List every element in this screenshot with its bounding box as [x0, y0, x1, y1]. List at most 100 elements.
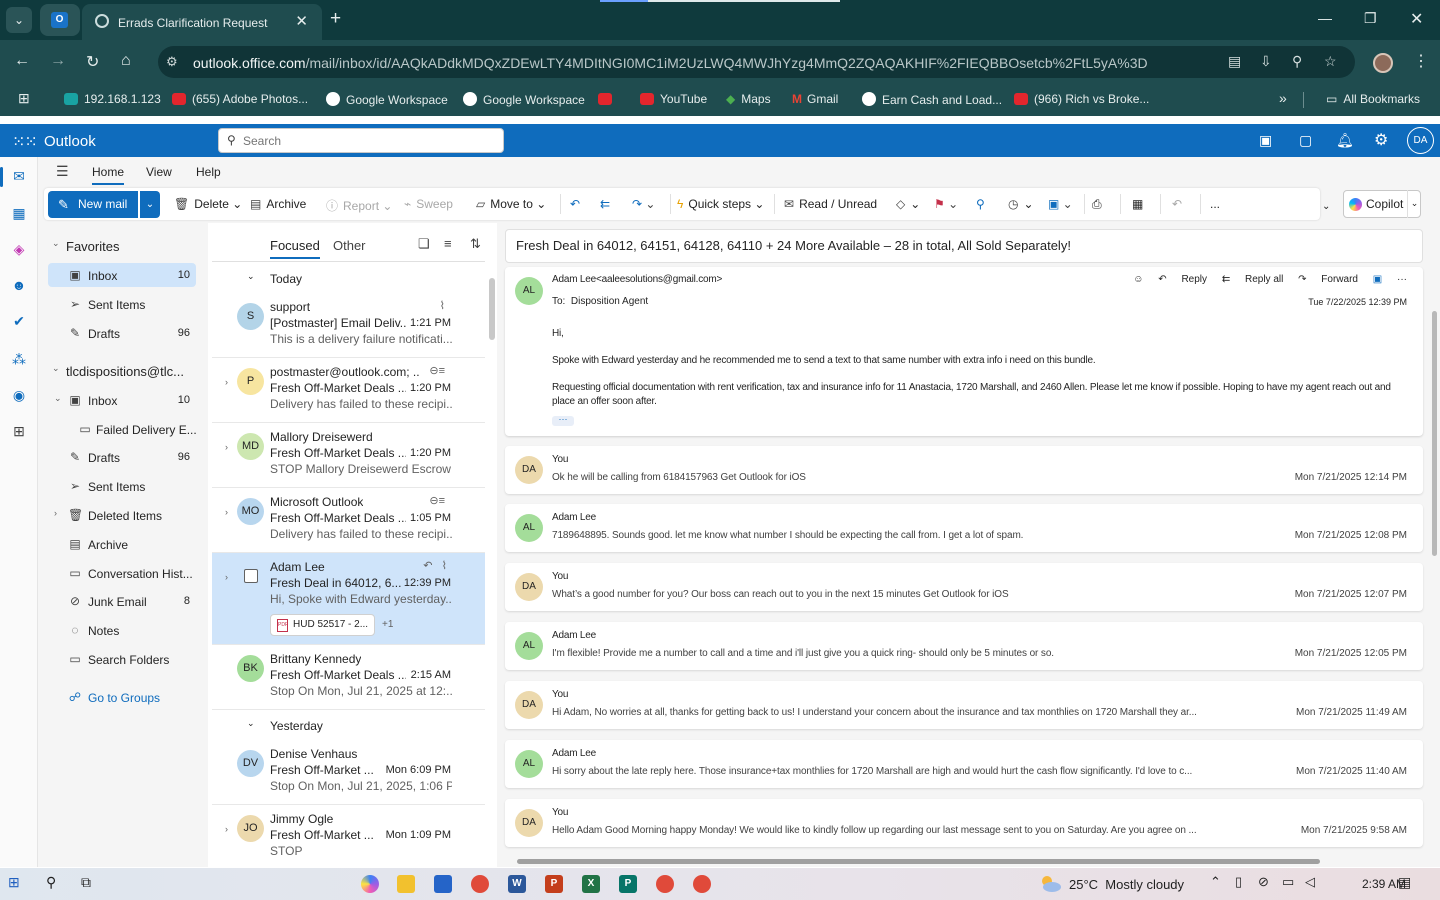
search-box[interactable]: ⚲: [218, 128, 504, 153]
browser-menu-icon[interactable]: ⋮: [1413, 51, 1429, 71]
select-checkbox[interactable]: [244, 569, 258, 583]
store-icon[interactable]: [434, 875, 452, 893]
bookmark-item[interactable]: [598, 92, 618, 106]
profile-avatar[interactable]: [1373, 53, 1393, 73]
onedrive-icon[interactable]: ◉: [10, 387, 28, 405]
select-icon[interactable]: ❏: [418, 236, 430, 252]
folder-notes[interactable]: ◌ Notes: [48, 618, 196, 642]
more-attachments[interactable]: +1: [382, 619, 393, 630]
bookmark-star-icon[interactable]: ☆: [1324, 53, 1337, 70]
more-actions-icon[interactable]: ···: [1397, 274, 1407, 285]
zoom-icon[interactable]: ⚲: [1292, 53, 1302, 70]
bookmark-item[interactable]: (655) Adobe Photos...: [172, 92, 308, 106]
categorize-button[interactable]: ◇ ⌄: [896, 197, 920, 211]
home-icon[interactable]: ⌂: [121, 52, 131, 70]
thread-message[interactable]: DA You Hi Adam, No worries at all, thanks …: [505, 681, 1423, 729]
sort-icon[interactable]: ⇅: [470, 236, 481, 252]
new-mail-dropdown[interactable]: ⌄: [140, 191, 160, 218]
folder-sent-favorite[interactable]: ➢ Sent Items: [48, 292, 196, 316]
tab-focused[interactable]: Focused: [270, 238, 320, 259]
tab-other[interactable]: Other: [333, 238, 366, 253]
chevron-right-icon[interactable]: ›: [225, 442, 228, 452]
chevron-up-icon[interactable]: ⌃: [1210, 874, 1221, 890]
bookmark-item[interactable]: M Gmail: [792, 92, 838, 106]
powerpoint-icon[interactable]: P: [545, 875, 563, 893]
mail-icon[interactable]: ✉: [10, 168, 28, 186]
group-header-yesterday[interactable]: ⌄ Yesterday: [212, 710, 485, 740]
folder-junk[interactable]: ⊘ Junk Email 8: [48, 589, 196, 613]
pin-icon[interactable]: ⚲: [976, 197, 985, 211]
search-input[interactable]: [243, 133, 493, 149]
forward-button[interactable]: ↷ Forward: [1298, 274, 1358, 285]
message-item-selected[interactable]: › Adam Lee ↶ ⌇ Fresh Deal in 64012, 6...…: [212, 553, 485, 645]
attachment-chip[interactable]: PDF HUD 52517 - 2...: [270, 614, 375, 636]
bookmark-item[interactable]: 192.168.1.123: [64, 92, 161, 106]
reload-icon[interactable]: ↻: [86, 52, 99, 72]
bookmark-item[interactable]: (966) Rich vs Broke...: [1014, 92, 1149, 106]
undo-icon[interactable]: ↶: [1172, 197, 1182, 211]
message-from[interactable]: Adam Lee<aaleesolutions@gmail.com>: [552, 274, 722, 285]
pinned-tab-outlook[interactable]: O: [40, 4, 80, 36]
folder-sent[interactable]: ➢ Sent Items: [48, 474, 196, 498]
new-mail-button[interactable]: ✎ New mail: [48, 191, 138, 218]
show-trimmed-content-button[interactable]: ···: [552, 415, 574, 426]
publisher-icon[interactable]: P: [619, 875, 637, 893]
display-icon[interactable]: ▭: [1282, 874, 1294, 890]
weather-widget[interactable]: 25°C Mostly cloudy: [1069, 877, 1184, 892]
thread-message[interactable]: DA You Hello Adam Good Morning happy Monda…: [505, 799, 1423, 847]
chevron-right-icon[interactable]: ›: [225, 377, 228, 387]
folder-inbox[interactable]: ⌄ ▣ Inbox 10: [48, 388, 196, 412]
thread-message[interactable]: AL Adam Lee 7189648895. Sounds good. let m…: [505, 504, 1423, 552]
folder-drafts-favorite[interactable]: ✎ Drafts 96: [48, 321, 196, 345]
emoji-reaction-icon[interactable]: ☺: [1133, 274, 1143, 285]
favorites-header[interactable]: ⌄ Favorites: [48, 233, 196, 257]
chevron-right-icon[interactable]: ›: [225, 824, 228, 834]
folder-drafts[interactable]: ✎ Drafts 96: [48, 445, 196, 469]
install-app-icon[interactable]: ⇩: [1260, 53, 1272, 70]
folder-inbox-favorite[interactable]: ▣ Inbox 10: [48, 263, 196, 287]
site-info-icon[interactable]: ⚙: [166, 54, 178, 70]
todo-icon[interactable]: ✔: [10, 313, 28, 331]
folder-search-folders[interactable]: ▭ Search Folders: [48, 647, 196, 671]
ribbon-expand-icon[interactable]: ⌄: [1322, 201, 1330, 212]
flag-button[interactable]: ⚑ ⌄: [934, 197, 958, 211]
excel-icon[interactable]: X: [582, 875, 600, 893]
forward-icon[interactable]: ↷ ⌄: [632, 197, 655, 211]
bookmark-item[interactable]: YouTube: [640, 92, 707, 106]
battery-icon[interactable]: ▯: [1235, 874, 1242, 890]
thread-message[interactable]: AL Adam Lee I'm flexible! Provide me a num…: [505, 622, 1423, 670]
bookmarks-overflow[interactable]: »: [1279, 90, 1287, 106]
hamburger-menu-icon[interactable]: ☰: [56, 163, 69, 180]
folder-deleted[interactable]: › 🗑︎ Deleted Items: [48, 503, 196, 527]
thread-message[interactable]: DA You What’s a good number for you? Our b…: [505, 563, 1423, 611]
volume-icon[interactable]: ◁: [1305, 874, 1315, 890]
account-header[interactable]: ⌄ tlcdispositions@tlc...: [48, 358, 196, 382]
copilot-app-icon[interactable]: ◈: [10, 241, 28, 259]
message-item[interactable]: › P postmaster@outlook.com; ... ⊖≡ Fresh…: [212, 358, 485, 423]
tab-active[interactable]: Errads Clarification Request ✕: [82, 4, 322, 40]
group-header-today[interactable]: ⌄ Today: [212, 263, 485, 293]
app-title[interactable]: Outlook: [44, 133, 96, 150]
address-bar[interactable]: ⚙ outlook.office.com/mail/inbox/id/AAQkA…: [158, 46, 1355, 78]
calendar-icon[interactable]: ▦: [10, 205, 28, 223]
reply-icon[interactable]: ↶: [570, 197, 580, 211]
thread-message[interactable]: DA You Ok he will be calling from 61841579…: [505, 446, 1423, 494]
new-tab-button[interactable]: +: [330, 8, 341, 30]
delete-button[interactable]: 🗑︎ Delete ⌄: [174, 197, 242, 211]
url-text[interactable]: outlook.office.com/mail/inbox/id/AAQkADd…: [193, 55, 1148, 71]
search-icon[interactable]: ⚲: [46, 874, 56, 891]
filter-icon[interactable]: ≡: [444, 236, 452, 251]
reply-all-button[interactable]: ⇇ Reply all: [1222, 274, 1284, 285]
copilot-button[interactable]: Copilot ⌄: [1343, 190, 1421, 218]
chrome-icon[interactable]: [693, 875, 711, 893]
task-view-icon[interactable]: ⧉: [81, 874, 91, 891]
close-tab-icon[interactable]: ✕: [295, 12, 308, 30]
notifications-icon[interactable]: 🔔︎: [1336, 132, 1354, 149]
thread-message[interactable]: AL Adam Lee Hi sorry about the late reply …: [505, 740, 1423, 788]
message-item[interactable]: › MO Microsoft Outlook ⊖≡ Fresh Off-Mark…: [212, 488, 485, 553]
message-item[interactable]: BK Brittany Kennedy Fresh Off-Market Dea…: [212, 645, 485, 710]
bookmark-item[interactable]: ◆ Maps: [726, 92, 771, 106]
people-icon[interactable]: ☻: [10, 277, 28, 295]
forward-icon[interactable]: →: [50, 52, 66, 70]
account-avatar[interactable]: DA: [1407, 127, 1434, 154]
